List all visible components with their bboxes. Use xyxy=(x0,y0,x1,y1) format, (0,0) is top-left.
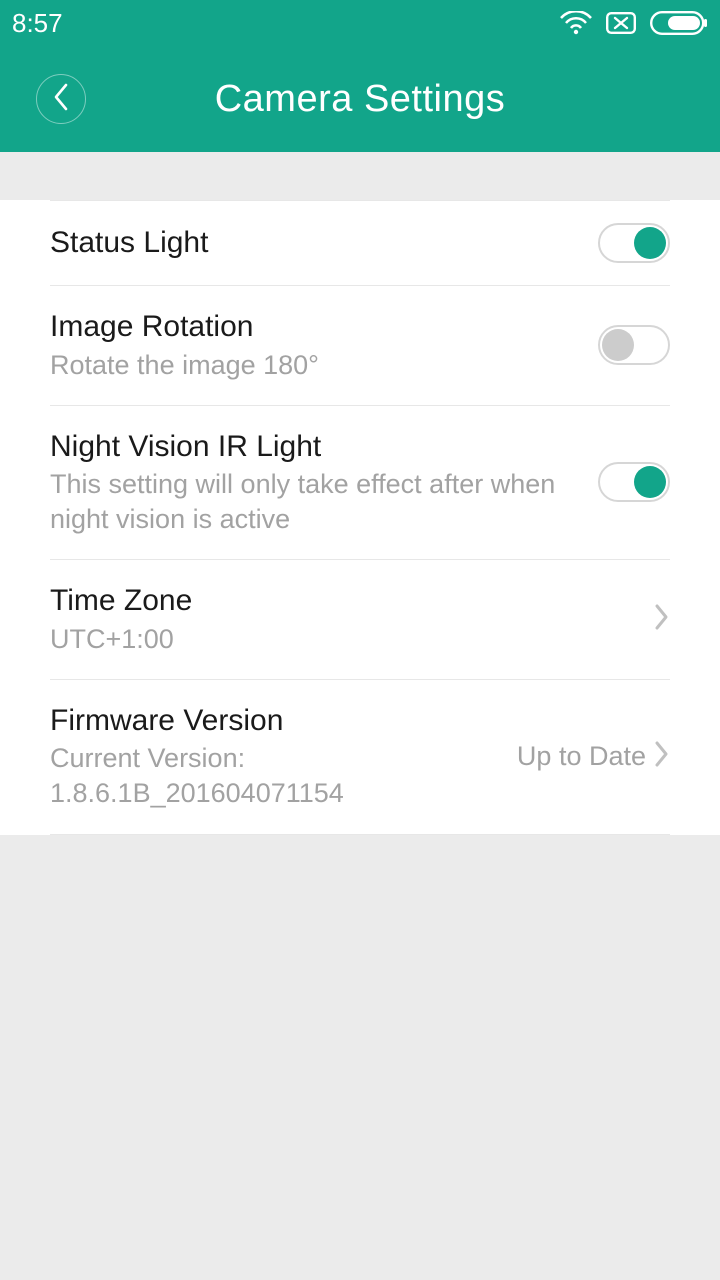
row-title: Image Rotation xyxy=(50,308,582,346)
row-subtitle: This setting will only take effect after… xyxy=(50,467,582,537)
row-subtitle: Rotate the image 180° xyxy=(50,348,582,383)
row-subtitle: Current Version: 1.8.6.1B_201604071154 xyxy=(50,741,501,811)
wifi-icon xyxy=(560,11,592,35)
row-title: Status Light xyxy=(50,224,582,262)
row-subtitle: UTC+1:00 xyxy=(50,622,638,657)
chevron-left-icon xyxy=(52,83,70,116)
row-title: Time Zone xyxy=(50,582,638,620)
app-header: Camera Settings xyxy=(0,46,720,152)
close-box-icon xyxy=(606,12,636,34)
toggle-night-vision[interactable] xyxy=(598,462,670,502)
row-image-rotation[interactable]: Image Rotation Rotate the image 180° xyxy=(50,286,670,406)
chevron-right-icon xyxy=(654,740,670,773)
firmware-status: Up to Date xyxy=(517,741,646,772)
settings-list: Status Light Image Rotation Rotate the i… xyxy=(0,200,720,835)
row-firmware[interactable]: Firmware Version Current Version: 1.8.6.… xyxy=(50,680,670,835)
row-status-light[interactable]: Status Light xyxy=(50,200,670,286)
battery-icon xyxy=(650,11,708,35)
row-title: Night Vision IR Light xyxy=(50,428,582,466)
page-title: Camera Settings xyxy=(215,78,506,121)
row-night-vision[interactable]: Night Vision IR Light This setting will … xyxy=(50,406,670,561)
status-time: 8:57 xyxy=(12,8,63,39)
chevron-right-icon xyxy=(654,603,670,636)
toggle-image-rotation[interactable] xyxy=(598,325,670,365)
row-time-zone[interactable]: Time Zone UTC+1:00 xyxy=(50,560,670,680)
toggle-status-light[interactable] xyxy=(598,223,670,263)
row-title: Firmware Version xyxy=(50,702,501,740)
back-button[interactable] xyxy=(36,74,86,124)
status-bar: 8:57 xyxy=(0,0,720,46)
